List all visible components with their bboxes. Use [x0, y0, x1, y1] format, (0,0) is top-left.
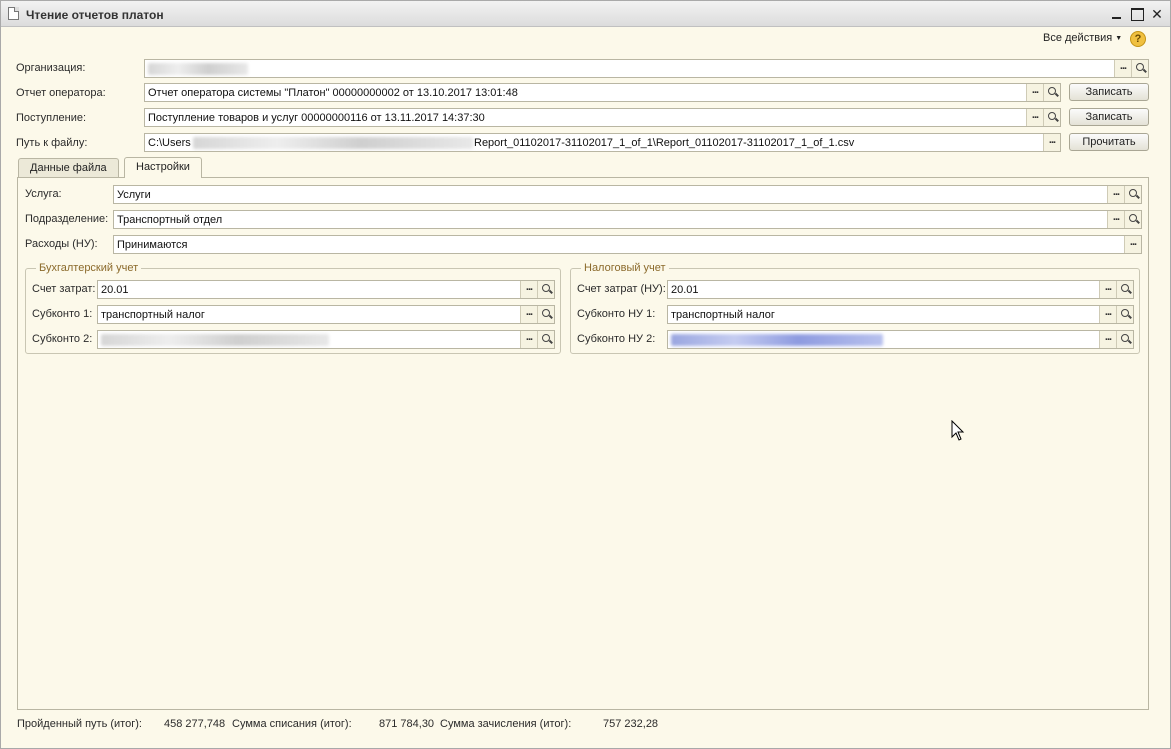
organization-select-button[interactable]: ... — [1114, 60, 1131, 77]
accounting-cost-account-field[interactable]: 20.01 ... — [97, 280, 555, 299]
file-path-prefix: C:\Users — [148, 137, 191, 149]
organization-redacted-value — [148, 63, 248, 75]
file-path-label: Путь к файлу: — [16, 137, 88, 149]
service-select-button[interactable]: ... — [1107, 186, 1124, 203]
file-path-suffix: Report_01102017-31102017_1_of_1\Report_0… — [474, 137, 855, 149]
title-bar: Чтение отчетов платон ✕ — [1, 1, 1170, 27]
tax-subconto2-search-icon[interactable] — [1116, 331, 1133, 348]
receipt-label: Поступление: — [16, 112, 87, 124]
accounting-group: Бухгалтерский учет Счет затрат: 20.01 ..… — [25, 262, 561, 354]
accounting-cost-account-value: 20.01 — [101, 284, 129, 296]
expenses-select-button[interactable]: ... — [1124, 236, 1141, 253]
operator-report-value: Отчет оператора системы "Платон" 0000000… — [148, 87, 518, 99]
division-label: Подразделение: — [25, 213, 109, 225]
tax-cost-account-label: Счет затрат (НУ): — [577, 283, 666, 295]
writeoff-total-label: Сумма списания (итог): — [232, 718, 352, 730]
tax-subconto2-select-button[interactable]: ... — [1099, 331, 1116, 348]
division-search-icon[interactable] — [1124, 211, 1141, 228]
accounting-group-title: Бухгалтерский учет — [36, 262, 142, 274]
tax-subconto1-search-icon[interactable] — [1116, 306, 1133, 323]
accounting-subconto1-label: Субконто 1: — [32, 308, 93, 320]
service-value: Услуги — [117, 189, 151, 201]
tax-cost-account-search-icon[interactable] — [1116, 281, 1133, 298]
tax-group: Налоговый учет Счет затрат (НУ): 20.01 .… — [570, 262, 1140, 354]
tax-subconto1-select-button[interactable]: ... — [1099, 306, 1116, 323]
tax-subconto1-value: транспортный налог — [671, 309, 775, 321]
read-button[interactable]: Прочитать — [1069, 133, 1149, 151]
accounting-subconto1-field[interactable]: транспортный налог ... — [97, 305, 555, 324]
organization-field[interactable]: ... — [144, 59, 1149, 78]
tax-subconto1-label: Субконто НУ 1: — [577, 308, 656, 320]
accounting-subconto2-select-button[interactable]: ... — [520, 331, 537, 348]
tax-cost-account-field[interactable]: 20.01 ... — [667, 280, 1134, 299]
dropdown-arrow-icon: ▼ — [1115, 35, 1123, 42]
save-operator-report-button[interactable]: Записать — [1069, 83, 1149, 101]
receipt-field[interactable]: Поступление товаров и услуг 00000000116 … — [144, 108, 1061, 127]
credit-total-label: Сумма зачисления (итог): — [440, 718, 572, 730]
tax-subconto1-field[interactable]: транспортный налог ... — [667, 305, 1134, 324]
tax-cost-account-value: 20.01 — [671, 284, 699, 296]
division-select-button[interactable]: ... — [1107, 211, 1124, 228]
receipt-select-button[interactable]: ... — [1026, 109, 1043, 126]
all-actions-menu[interactable]: Все действия ▼ — [1043, 32, 1122, 44]
service-label: Услуга: — [25, 188, 62, 200]
tax-subconto2-label: Субконто НУ 2: — [577, 333, 656, 345]
main-window: Чтение отчетов платон ✕ Все действия ▼ ? … — [0, 0, 1171, 749]
operator-report-label: Отчет оператора: — [16, 87, 106, 99]
document-icon — [8, 7, 19, 20]
accounting-subconto2-search-icon[interactable] — [537, 331, 554, 348]
accounting-subconto1-search-icon[interactable] — [537, 306, 554, 323]
close-icon[interactable]: ✕ — [1149, 6, 1165, 22]
division-value: Транспортный отдел — [117, 214, 223, 226]
help-icon[interactable]: ? — [1130, 31, 1146, 47]
organization-search-icon[interactable] — [1131, 60, 1148, 77]
window-title: Чтение отчетов платон — [26, 8, 164, 22]
accounting-cost-account-search-icon[interactable] — [537, 281, 554, 298]
credit-total-value: 757 232,28 — [603, 718, 659, 730]
all-actions-label: Все действия — [1043, 32, 1113, 44]
service-search-icon[interactable] — [1124, 186, 1141, 203]
maximize-icon[interactable] — [1129, 6, 1145, 22]
path-total-label: Пройденный путь (итог): — [17, 718, 142, 730]
expenses-field[interactable]: Принимаются ... — [113, 235, 1142, 254]
file-path-browse-button[interactable]: ... — [1043, 134, 1060, 151]
accounting-cost-account-select-button[interactable]: ... — [520, 281, 537, 298]
tax-subconto2-field[interactable]: ... — [667, 330, 1134, 349]
operator-report-select-button[interactable]: ... — [1026, 84, 1043, 101]
accounting-subconto1-value: транспортный налог — [101, 309, 205, 321]
expenses-label: Расходы (НУ): — [25, 238, 98, 250]
writeoff-total-value: 871 784,30 — [379, 718, 435, 730]
accounting-cost-account-label: Счет затрат: — [32, 283, 96, 295]
operator-report-field[interactable]: Отчет оператора системы "Платон" 0000000… — [144, 83, 1061, 102]
accounting-subconto2-field[interactable]: ... — [97, 330, 555, 349]
accounting-subconto2-redacted — [101, 334, 329, 346]
tax-cost-account-select-button[interactable]: ... — [1099, 281, 1116, 298]
file-path-field[interactable]: C:\Users Report_01102017-31102017_1_of_1… — [144, 133, 1061, 152]
tax-subconto2-redacted — [671, 334, 883, 346]
division-field[interactable]: Транспортный отдел ... — [113, 210, 1142, 229]
operator-report-search-icon[interactable] — [1043, 84, 1060, 101]
receipt-search-icon[interactable] — [1043, 109, 1060, 126]
settings-panel: Услуга: Услуги ... Подразделение: Трансп… — [17, 177, 1149, 710]
mouse-cursor-icon — [951, 420, 965, 441]
minimize-icon[interactable] — [1109, 6, 1125, 22]
path-total-value: 458 277,748 — [164, 718, 226, 730]
accounting-subconto1-select-button[interactable]: ... — [520, 306, 537, 323]
tab-settings[interactable]: Настройки — [124, 157, 202, 178]
service-field[interactable]: Услуги ... — [113, 185, 1142, 204]
file-path-redacted — [193, 137, 473, 149]
receipt-value: Поступление товаров и услуг 00000000116 … — [148, 112, 485, 124]
tab-file-data[interactable]: Данные файла — [18, 158, 119, 177]
tax-group-title: Налоговый учет — [581, 262, 669, 274]
accounting-subconto2-label: Субконто 2: — [32, 333, 93, 345]
expenses-value: Принимаются — [117, 239, 188, 251]
organization-label: Организация: — [16, 62, 86, 74]
save-receipt-button[interactable]: Записать — [1069, 108, 1149, 126]
